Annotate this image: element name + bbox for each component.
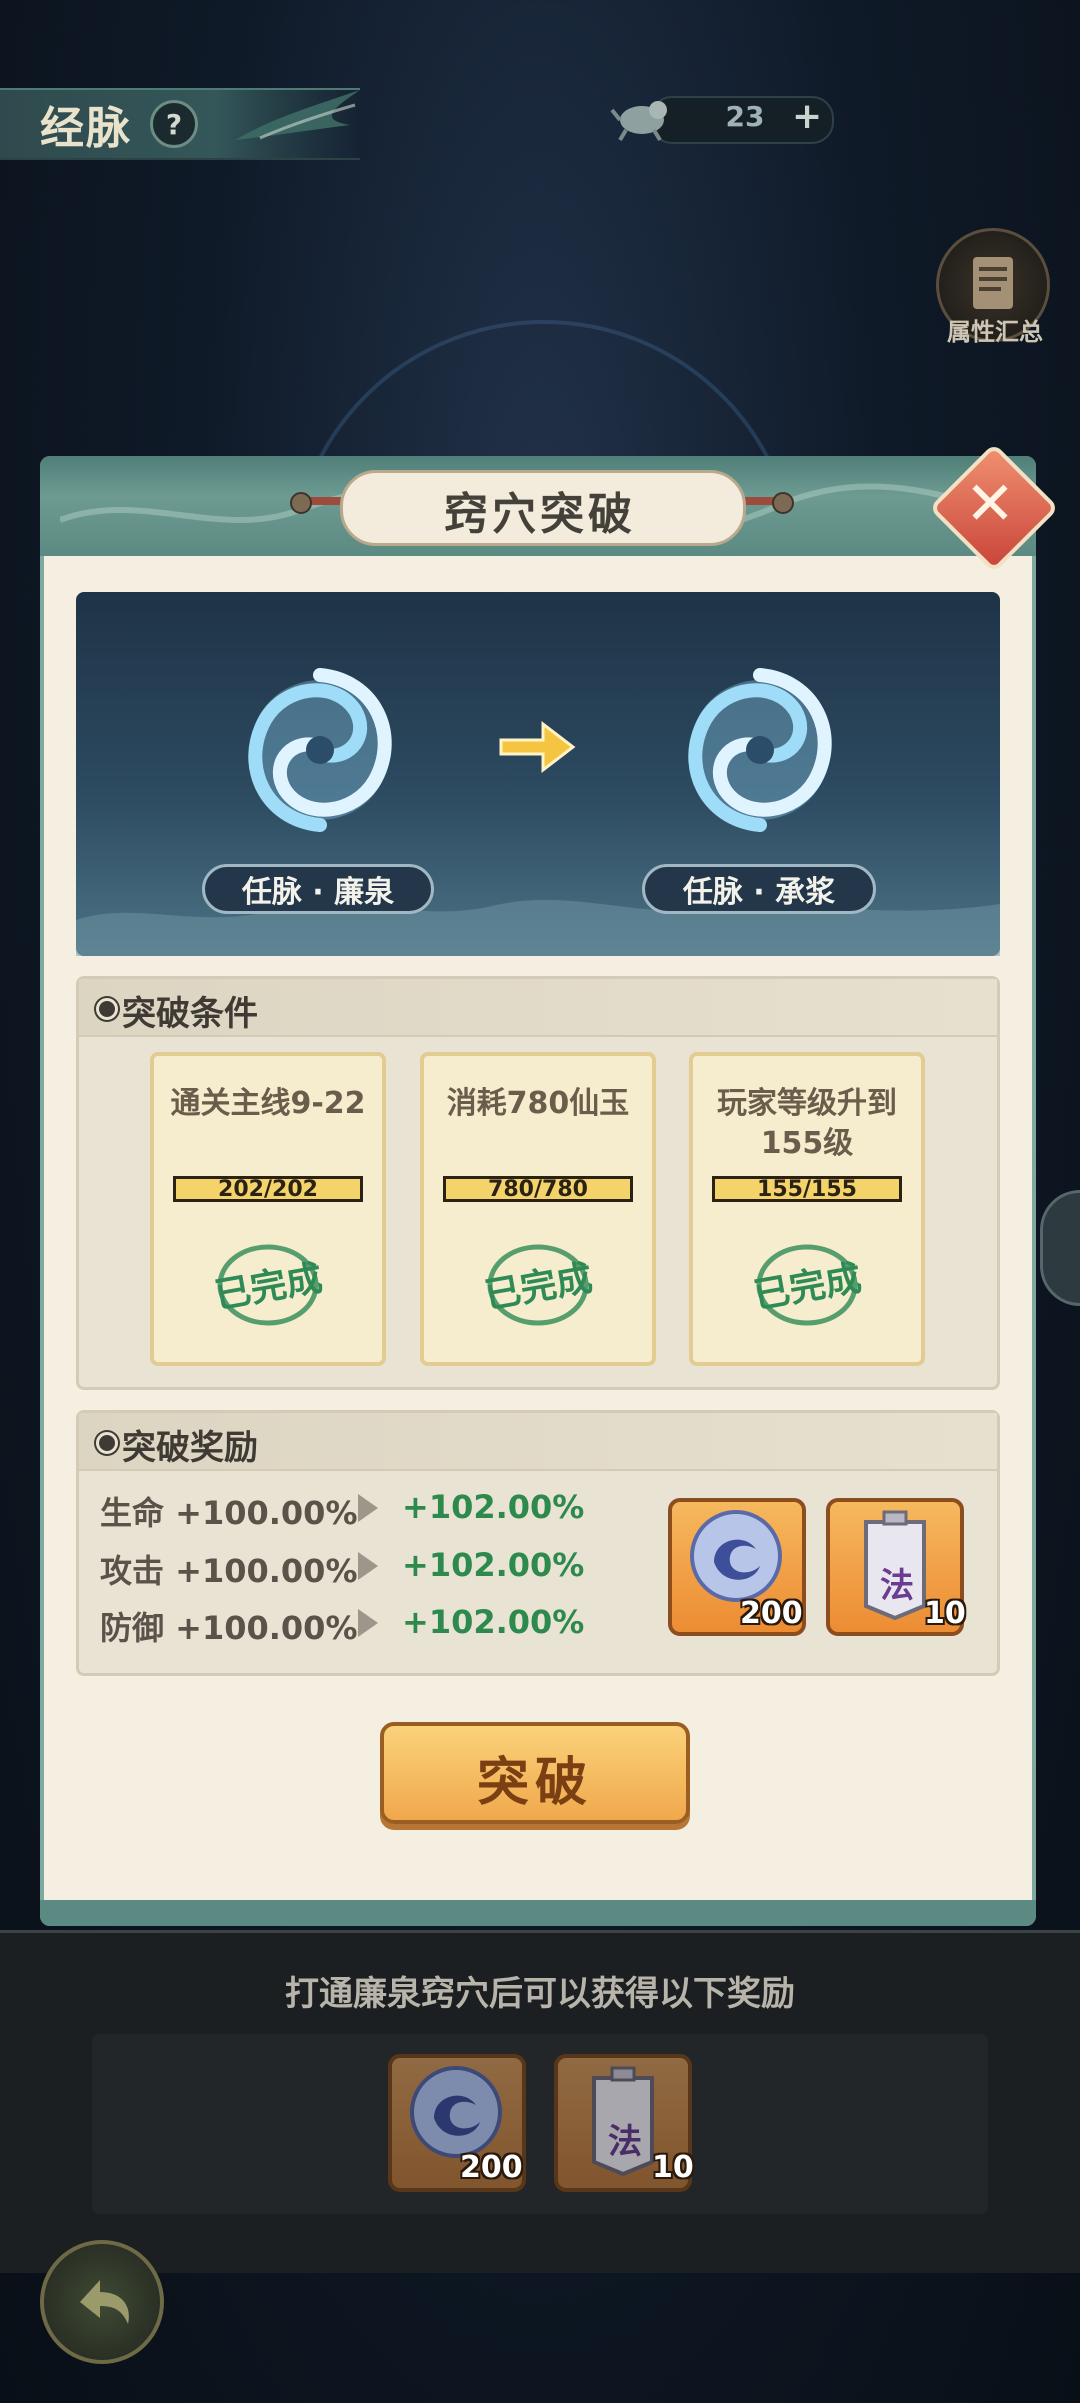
help-button[interactable]: ? bbox=[150, 100, 198, 148]
jade-swirl-icon bbox=[690, 1510, 782, 1602]
condition-text: 通关主线9-22 bbox=[170, 1086, 366, 1121]
bullet-icon bbox=[96, 1432, 118, 1454]
jade-swirl-icon bbox=[410, 2066, 502, 2158]
page-title: 经脉 bbox=[40, 103, 132, 154]
bottom-reward-list bbox=[92, 2034, 988, 2214]
talisman-char: 法 bbox=[880, 1566, 914, 1606]
currency-value: 23 bbox=[725, 100, 765, 133]
arrow-right-icon bbox=[499, 720, 576, 774]
bottom-hint-text: 打通廉泉窍穴后可以获得以下奖励 bbox=[285, 1974, 795, 2014]
side-tab-button[interactable] bbox=[1040, 1190, 1080, 1306]
arrow-right-icon bbox=[358, 1494, 378, 1522]
next-acupoint-label: 任脉 · 承浆 bbox=[642, 864, 876, 914]
reward-item-count: 10 bbox=[924, 1596, 966, 1631]
rewards-title: 突破奖励 bbox=[122, 1428, 258, 1468]
bottom-reward-count: 200 bbox=[460, 2150, 523, 2185]
close-icon[interactable]: ✕ bbox=[948, 462, 1032, 546]
conditions-title: 突破条件 bbox=[122, 994, 258, 1034]
current-acupoint-label: 任脉 · 廉泉 bbox=[202, 864, 434, 914]
dialog-footer bbox=[40, 1900, 1036, 1926]
back-button[interactable] bbox=[40, 2240, 164, 2364]
condition-text: 玩家等级升到155级 bbox=[717, 1086, 897, 1161]
vortex-acupoint-icon bbox=[248, 668, 392, 832]
add-currency-button[interactable]: + bbox=[792, 96, 822, 137]
stat-hp-new: +102.00% bbox=[402, 1488, 585, 1526]
bottom-reward-count: 10 bbox=[652, 2150, 694, 2185]
arrow-right-icon bbox=[358, 1552, 378, 1580]
knob-decoration bbox=[772, 492, 794, 514]
reward-item-count: 200 bbox=[740, 1596, 803, 1631]
condition-text: 消耗780仙玉 bbox=[446, 1086, 630, 1121]
stat-attack-new: +102.00% bbox=[402, 1546, 585, 1584]
condition-progress: 780/780 bbox=[443, 1176, 633, 1202]
vortex-acupoint-icon bbox=[688, 668, 832, 832]
stat-hp-current: 生命 +100.00% bbox=[100, 1494, 358, 1532]
stat-attack-current: 攻击 +100.00% bbox=[100, 1552, 358, 1590]
condition-progress: 155/155 bbox=[712, 1176, 902, 1202]
attribute-summary-label: 属性汇总 bbox=[947, 318, 1043, 346]
spirit-beast-icon bbox=[610, 101, 667, 142]
talisman-char: 法 bbox=[608, 2122, 642, 2162]
dialog-title: 窍穴突破 bbox=[444, 489, 636, 540]
wing-decoration-icon bbox=[235, 90, 360, 140]
breakthrough-button-label[interactable]: 突破 bbox=[380, 1740, 690, 1815]
knob-decoration bbox=[290, 492, 312, 514]
stat-defense-new: +102.00% bbox=[402, 1603, 585, 1641]
back-arrow-icon bbox=[80, 2280, 129, 2324]
condition-progress: 202/202 bbox=[173, 1176, 363, 1202]
bullet-icon bbox=[96, 998, 118, 1020]
stat-defense-current: 防御 +100.00% bbox=[100, 1609, 358, 1647]
arrow-right-icon bbox=[358, 1609, 378, 1637]
